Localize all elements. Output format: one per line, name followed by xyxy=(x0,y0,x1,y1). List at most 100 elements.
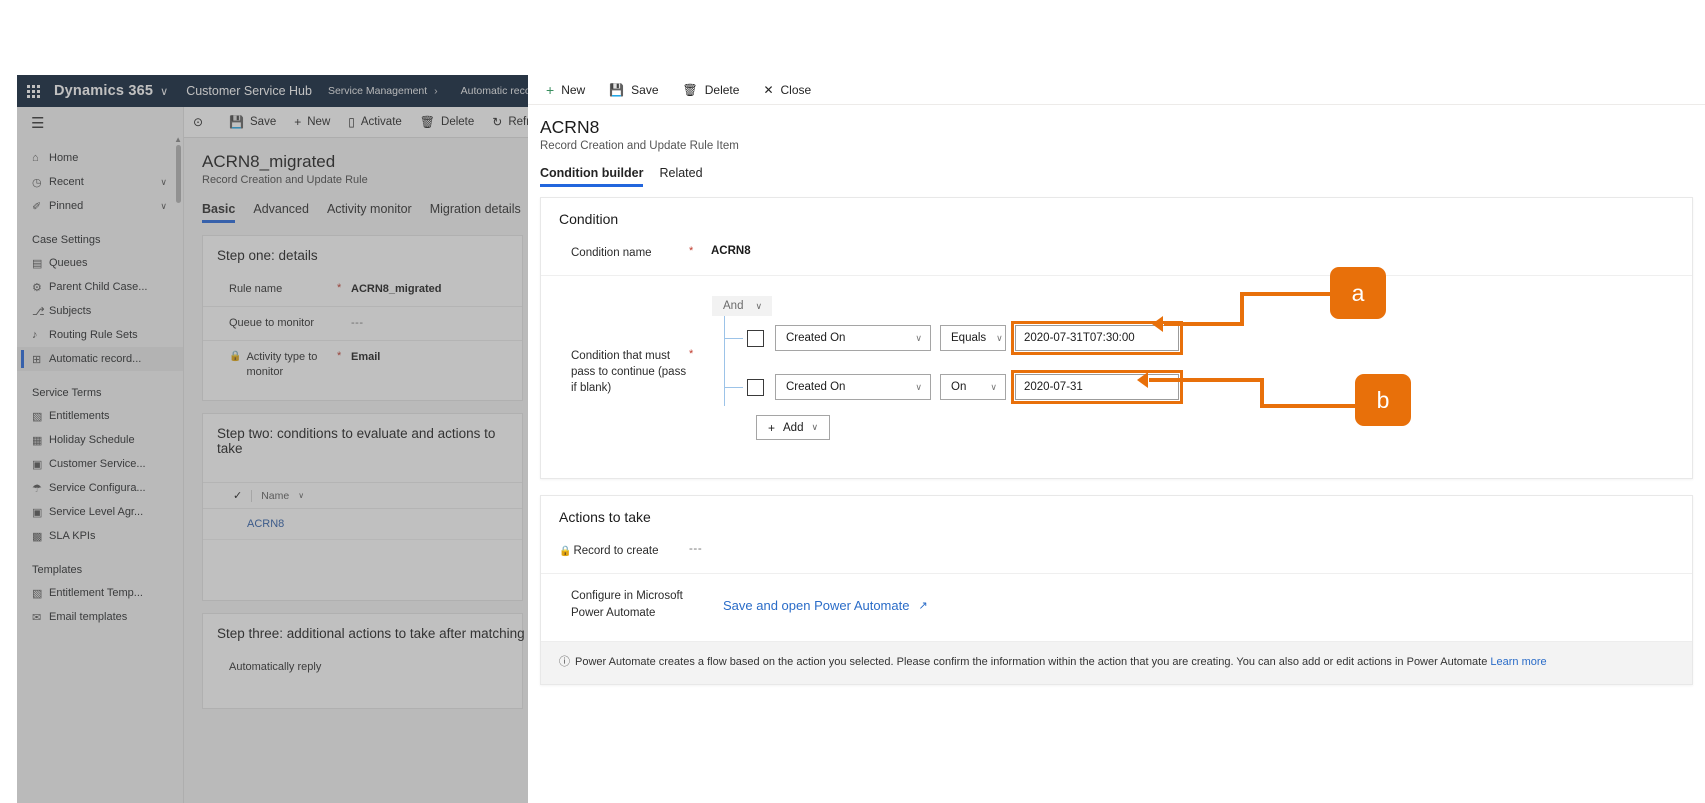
power-automate-info-banner: ⓘ Power Automate creates a flow based on … xyxy=(541,640,1692,684)
sidebar-item-service-level-agreements[interactable]: ▣ Service Level Agr... xyxy=(17,500,183,524)
tab-basic[interactable]: Basic xyxy=(202,202,236,223)
field-label: 🔒 Record to create xyxy=(559,543,689,559)
field-value[interactable]: --- xyxy=(351,316,364,329)
sidebar-item-customer-service[interactable]: ▣ Customer Service... xyxy=(17,452,183,476)
sidebar-item-sla-kpis[interactable]: ▩ SLA KPIs xyxy=(17,524,183,548)
breadcrumb-current: Automatic record creation xyxy=(460,85,535,97)
clipboard-icon: ▣ xyxy=(32,506,43,519)
history-button[interactable]: ⊙ xyxy=(184,107,212,138)
sidebar-item-holiday-schedule[interactable]: ▦ Holiday Schedule xyxy=(17,428,183,452)
new-button[interactable]: + New xyxy=(285,107,339,138)
condition-row-checkbox[interactable] xyxy=(747,329,764,347)
chevron-down-icon[interactable]: ∨ xyxy=(160,177,167,188)
new-button[interactable]: + New xyxy=(534,75,597,105)
brand-title: Dynamics 365 xyxy=(54,83,154,99)
app-launcher-icon[interactable] xyxy=(27,84,40,98)
sidebar-group-list-templates: ▧ Entitlement Temp... ✉ Email templates xyxy=(17,581,183,629)
routing-icon: ♪ xyxy=(32,329,38,341)
add-condition-button[interactable]: + Add ∨ xyxy=(756,415,831,441)
lock-icon: 🔒 xyxy=(559,546,572,558)
sidebar-item-label: Routing Rule Sets xyxy=(49,329,138,341)
sidebar-item-email-templates[interactable]: ✉ Email templates xyxy=(17,605,183,629)
sidebar-item-queues[interactable]: ▤ Queues xyxy=(17,251,183,275)
new-label: New xyxy=(561,82,586,97)
field-value[interactable]: ACRN8_migrated xyxy=(351,282,441,295)
attribute-select[interactable]: Created On ∨ xyxy=(775,325,931,352)
brand-chevron-down-icon[interactable]: ∨ xyxy=(160,85,168,98)
tab-related[interactable]: Related xyxy=(659,166,702,187)
tab-activity-monitor[interactable]: Activity monitor xyxy=(327,202,412,223)
field-activity-type-to-monitor: 🔒 Activity type to monitor * Email xyxy=(203,339,522,389)
sidebar-navigation: ☰ ▲ ⌂ Home ◷ Recent ∨ ✐ Pinned ∨ Case Se… xyxy=(17,107,184,803)
hamburger-menu-icon[interactable]: ☰ xyxy=(17,107,183,138)
app-name-label[interactable]: Customer Service Hub xyxy=(186,84,312,98)
sidebar-item-subjects[interactable]: ⎇ Subjects xyxy=(17,299,183,323)
sidebar-item-label: Automatic record... xyxy=(49,353,142,365)
sidebar-item-parent-child-case[interactable]: ⚙ Parent Child Case... xyxy=(17,275,183,299)
pin-icon: ✐ xyxy=(32,200,42,213)
condition-row-checkbox[interactable] xyxy=(747,378,764,396)
condition-name-value[interactable]: ACRN8 xyxy=(711,245,751,257)
grid-column-name[interactable]: Name xyxy=(261,490,289,502)
save-button[interactable]: 💾 Save xyxy=(220,107,285,138)
home-icon: ⌂ xyxy=(32,152,39,164)
sidebar-item-label: Parent Child Case... xyxy=(49,281,148,293)
tab-migration-details[interactable]: Migration details xyxy=(430,202,521,223)
group-operator-dropdown[interactable]: And ∨ xyxy=(712,296,773,317)
leader-arrow-icon xyxy=(1152,316,1163,332)
delete-button[interactable]: 🗑 Delete xyxy=(671,75,752,105)
wrench-icon: ☂ xyxy=(32,482,42,495)
actions-card-title: Actions to take xyxy=(559,509,651,526)
plus-icon: + xyxy=(768,420,776,435)
sidebar-item-recent[interactable]: ◷ Recent ∨ xyxy=(17,170,183,194)
table-row[interactable]: ACRN8 xyxy=(203,509,522,541)
record-to-create-value: --- xyxy=(689,543,703,556)
operator-value: Equals xyxy=(951,332,987,345)
operator-select[interactable]: Equals ∨ xyxy=(940,325,1006,352)
save-button[interactable]: 💾 Save xyxy=(597,75,670,105)
sidebar-item-label: Email templates xyxy=(49,611,128,623)
sidebar-item-routing-rule-sets[interactable]: ♪ Routing Rule Sets xyxy=(17,323,183,347)
automatic-record-icon: ⊞ xyxy=(32,353,42,366)
sidebar-item-service-configuration[interactable]: ☂ Service Configura... xyxy=(17,476,183,500)
chevron-down-icon: ∨ xyxy=(811,422,819,433)
breadcrumb-parent[interactable]: Service Management xyxy=(328,85,427,97)
screenshot-root: Dynamics 365 ∨ Customer Service Hub Serv… xyxy=(0,0,1705,803)
panel-title: ACRN8 xyxy=(540,117,600,137)
attribute-select[interactable]: Created On ∨ xyxy=(775,374,931,401)
field-automatically-reply: Automatically reply xyxy=(203,651,522,684)
tab-advanced[interactable]: Advanced xyxy=(253,202,309,223)
field-label: Condition name xyxy=(571,247,652,259)
learn-more-link[interactable]: Learn more xyxy=(1490,656,1546,668)
chevron-down-icon[interactable]: ∨ xyxy=(298,491,304,500)
sidebar-item-label: Customer Service... xyxy=(49,458,146,470)
sidebar-item-label: Pinned xyxy=(49,200,84,212)
sidebar-item-home[interactable]: ⌂ Home xyxy=(17,146,183,170)
tab-condition-builder[interactable]: Condition builder xyxy=(540,166,644,187)
delete-button[interactable]: 🗑 Delete xyxy=(411,107,483,138)
activate-button[interactable]: ▯ Activate xyxy=(339,107,411,138)
condition-card-title: Condition xyxy=(559,211,619,227)
background-app-window: Dynamics 365 ∨ Customer Service Hub Serv… xyxy=(17,75,535,803)
open-in-new-window-icon[interactable]: ↗ xyxy=(918,599,927,612)
group-operator-label: And xyxy=(723,300,744,313)
sidebar-item-entitlements[interactable]: ▧ Entitlements xyxy=(17,404,183,428)
sidebar-item-label: Holiday Schedule xyxy=(49,434,135,446)
chevron-down-icon[interactable]: ∨ xyxy=(160,201,167,212)
sidebar-item-label: Subjects xyxy=(49,305,92,317)
select-all-checkmark-icon[interactable]: ✓ xyxy=(233,489,242,502)
save-and-open-power-automate-link[interactable]: Save and open Power Automate xyxy=(723,598,909,613)
refresh-label: Refr xyxy=(508,116,531,128)
operator-select[interactable]: On ∨ xyxy=(940,374,1006,401)
close-button[interactable]: ✕ Close xyxy=(751,75,823,105)
sidebar-item-entitlement-templates[interactable]: ▧ Entitlement Temp... xyxy=(17,581,183,605)
sidebar-scroll-up-icon[interactable]: ▲ xyxy=(174,135,182,144)
sidebar-item-pinned[interactable]: ✐ Pinned ∨ xyxy=(17,194,183,218)
history-icon: ⊙ xyxy=(193,115,204,129)
clipboard-icon: ▣ xyxy=(32,458,43,471)
sidebar-item-automatic-record-creation[interactable]: ⊞ Automatic record... xyxy=(17,347,183,371)
activate-label: Activate xyxy=(360,116,402,128)
lock-icon: 🔒 xyxy=(229,350,242,362)
background-command-bar: ⊙ 💾 Save + New ▯ Activate 🗑 Delete ↻ Ref… xyxy=(184,107,535,138)
sidebar-item-label: Entitlement Temp... xyxy=(49,587,143,599)
